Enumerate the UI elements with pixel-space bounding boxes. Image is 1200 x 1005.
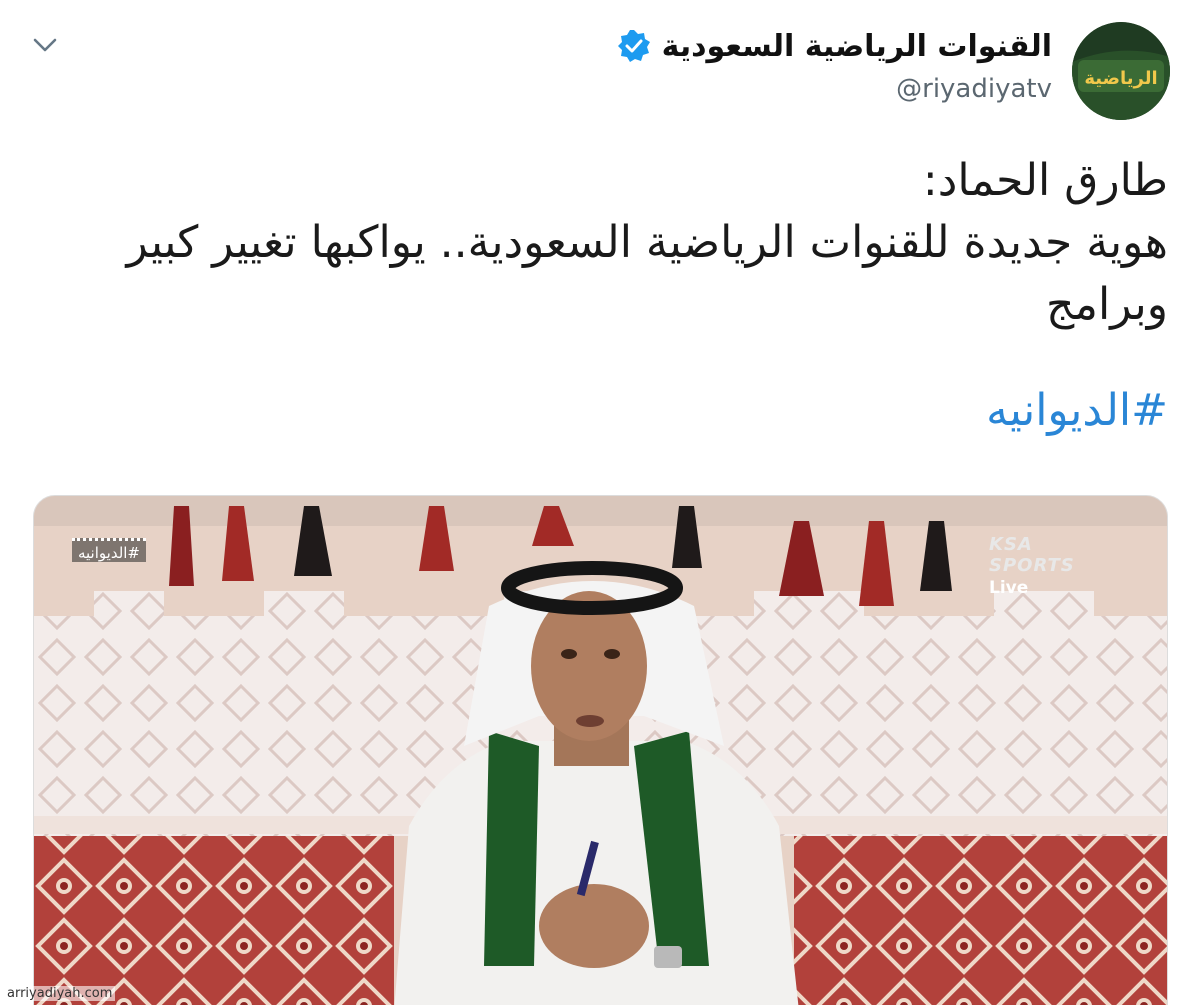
tweet-options-chevron-down-icon[interactable]	[30, 32, 60, 58]
display-name-row[interactable]: القنوات الرياضية السعودية	[616, 28, 1052, 64]
live-indicator: Live	[989, 578, 1029, 598]
verified-badge-icon	[616, 28, 652, 64]
tweet-card: الرياضية القنوات الرياضية السعودية @riya…	[0, 0, 1200, 1005]
avatar-logo-text: الرياضية	[1084, 68, 1157, 89]
tweet-text-line: هوية جديدة للقنوات الرياضية السعودية.. ي…	[126, 217, 1168, 268]
program-hashtag-overlay: #الديوانيه	[72, 538, 146, 562]
avatar[interactable]: الرياضية	[1072, 22, 1170, 120]
tweet-text-line: وبرامج	[1046, 279, 1168, 330]
tweet-media-image[interactable]: #الديوانيه KSA SPORTS Live	[33, 495, 1168, 1005]
site-watermark: arriyadiyah.com	[4, 986, 116, 1001]
tweet-text-line: طارق الحماد:	[922, 155, 1168, 206]
display-name[interactable]: القنوات الرياضية السعودية	[662, 29, 1052, 64]
user-handle[interactable]: @riyadiyatv	[896, 74, 1052, 104]
hashtag-link[interactable]: #الديوانيه	[986, 385, 1168, 436]
channel-brand: KSA SPORTS	[989, 534, 1075, 576]
channel-logo: KSA SPORTS Live	[989, 534, 1089, 598]
tweet-text: طارق الحماد: هوية جديدة للقنوات الرياضية…	[48, 150, 1168, 336]
